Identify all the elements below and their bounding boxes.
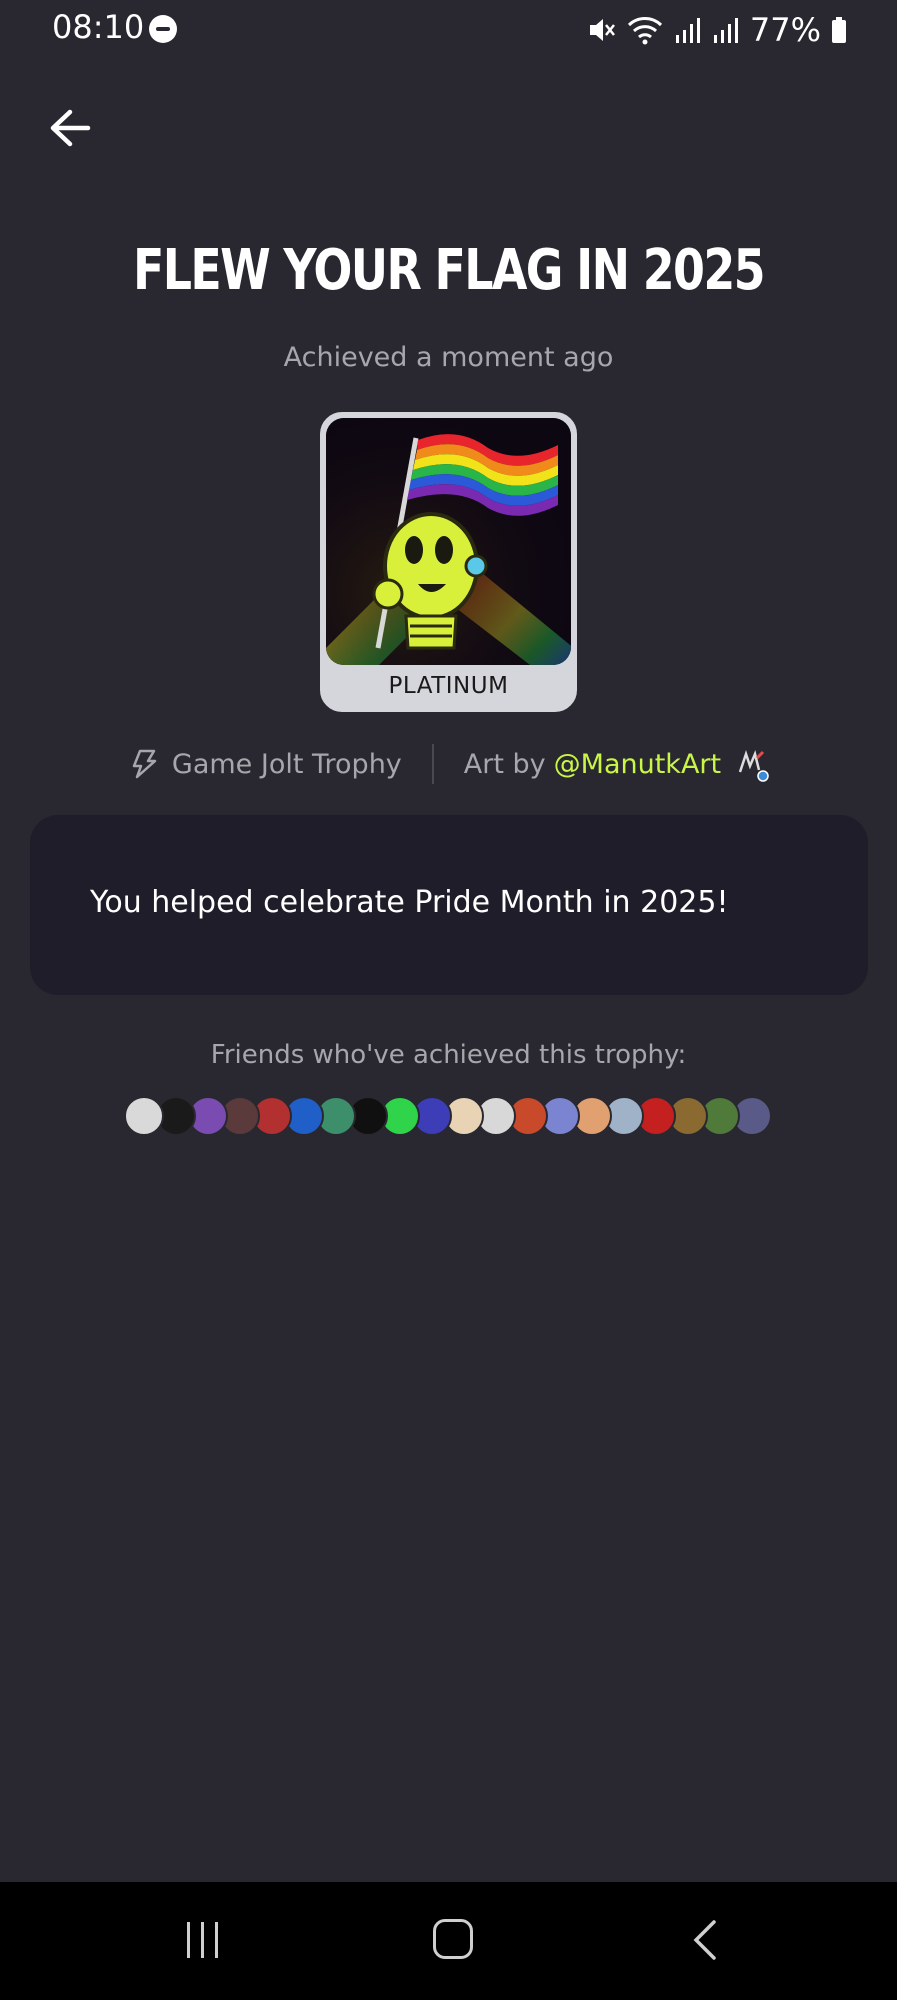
arrow-left-icon [50,109,91,147]
status-bar: 08:10 77% [0,0,897,60]
wifi-icon [627,17,662,45]
art-by-label: Art by [463,748,546,780]
back-button[interactable] [44,102,96,154]
battery-icon [832,17,846,43]
do-not-disturb-icon [149,15,177,43]
achieved-time: Achieved a moment ago [283,342,614,373]
trophy-image [326,418,571,665]
friend-avatar[interactable] [124,1096,164,1136]
signal-icon-2 [713,18,738,43]
friends-avatar-row[interactable] [124,1096,772,1138]
chevron-left-icon [693,1920,716,1960]
status-icons: 77% [586,10,847,50]
trophy-tier-label: PLATINUM [388,673,509,699]
trophy-source: Game Jolt Trophy [171,748,402,780]
game-jolt-bolt-icon [132,749,157,779]
mute-icon [589,19,615,41]
artist-avatar[interactable] [737,748,771,783]
friends-label: Friends who've achieved this trophy: [210,1040,687,1070]
status-time: 08:10 [52,8,145,46]
system-back-button[interactable] [690,1918,720,1962]
trophy-meta-row: Game Jolt Trophy Art by @ManutkArt [0,742,897,786]
recent-apps-button[interactable] [183,1920,223,1960]
system-nav-bar [0,1882,897,2000]
home-button[interactable] [433,1919,473,1959]
trophy-description: You helped celebrate Pride Month in 2025… [90,885,729,920]
trophy-title: FLEW YOUR FLAG IN 2025 [132,238,766,303]
trophy-description-card: You helped celebrate Pride Month in 2025… [30,815,868,995]
trophy-card[interactable]: PLATINUM [320,412,577,712]
artist-link[interactable]: @ManutkArt [554,749,721,780]
signal-icon-1 [675,18,700,43]
trophy-detail-page: 08:10 77% FLEW YOUR FLAG IN 2025 Achieve… [0,0,897,2000]
battery-percentage: 77% [749,11,821,49]
meta-divider [431,744,434,784]
